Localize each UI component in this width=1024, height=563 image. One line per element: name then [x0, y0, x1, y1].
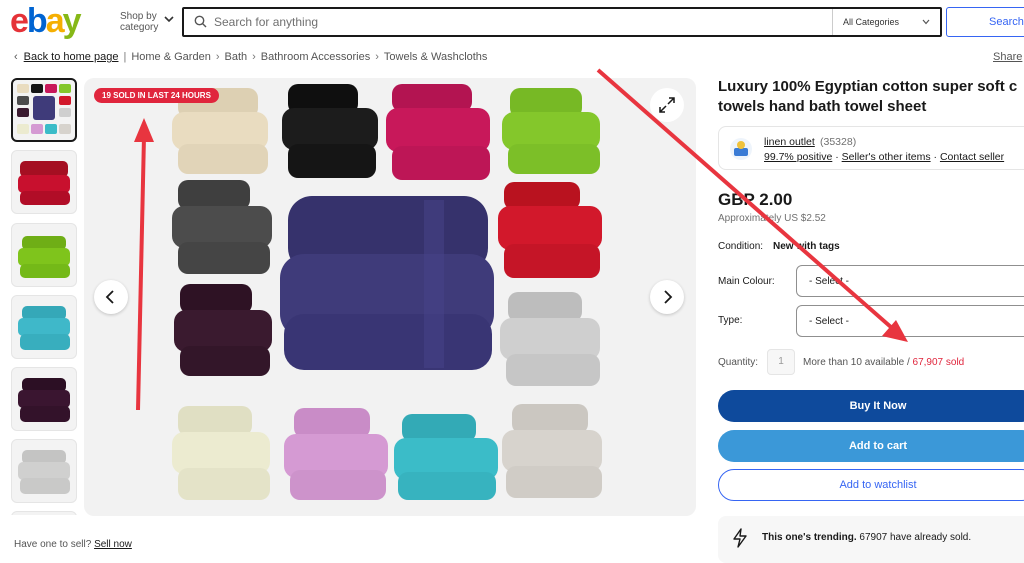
have-one-to-sell: Have one to sell? Sell now [14, 539, 132, 550]
search-button[interactable]: Search [946, 7, 1024, 37]
thumbnail-image [18, 378, 70, 422]
chevron-left-icon: ‹ [14, 51, 18, 63]
add-to-watchlist-button[interactable]: Add to watchlist [718, 469, 1024, 501]
add-to-cart-button[interactable]: Add to cart [718, 430, 1024, 462]
chevron-right-icon: › [215, 51, 220, 63]
seller-positive-link[interactable]: 99.7% positive [764, 151, 832, 163]
logo-letter: e [10, 2, 29, 40]
buy-it-now-button[interactable]: Buy It Now [718, 390, 1024, 422]
header: ebay Shop by category All Categories Sea… [0, 0, 1024, 44]
thumbnail-grey[interactable] [11, 439, 77, 503]
search-button-label: Search [989, 16, 1024, 28]
chevron-down-icon [922, 19, 930, 25]
thumbnail-image [18, 450, 70, 494]
towel-collage-image [172, 84, 602, 500]
available-count: More than 10 available [803, 357, 905, 368]
seller-card: linen outlet (35328) 99.7% positive · Se… [718, 126, 1024, 170]
previous-image-button[interactable] [94, 280, 128, 314]
seller-links: 99.7% positive · Seller's other items · … [764, 151, 1004, 163]
logo-letter: b [26, 2, 48, 40]
category-select[interactable]: All Categories [832, 9, 940, 35]
type-select[interactable]: - Select - [796, 305, 1024, 337]
share-link[interactable]: Share [993, 51, 1022, 63]
main-colour-select[interactable]: - Select - [796, 265, 1024, 297]
thumbnail-strip [11, 78, 79, 515]
main-product-image[interactable]: 19 SOLD IN LAST 24 HOURS [84, 78, 696, 516]
chevron-left-icon [105, 290, 114, 304]
listing-title: Luxury 100% Egyptian cotton super soft c… [718, 77, 1024, 117]
chevron-right-icon [664, 290, 673, 304]
trending-banner: This one's trending. 67907 have already … [718, 516, 1024, 563]
logo-letter: y [62, 2, 82, 40]
breadcrumb-item[interactable]: Towels & Washcloths [384, 51, 488, 63]
select-value: - Select - [809, 316, 850, 327]
thumbnail-image [18, 236, 70, 278]
thumbnail-green[interactable] [11, 223, 77, 287]
sell-now-link[interactable]: Sell now [94, 539, 132, 550]
thumbnail-turquoise[interactable] [11, 295, 77, 359]
separator: · [832, 151, 842, 163]
have-one-label: Have one to sell? [14, 539, 92, 550]
title-line: towels hand bath towel sheet [718, 98, 927, 115]
thumbnail-red[interactable] [11, 150, 77, 214]
condition-label: Condition: [718, 241, 764, 252]
thumbnail-image [18, 161, 70, 205]
sold-count: 67,907 sold [912, 357, 965, 368]
thumbnail-more[interactable] [11, 511, 77, 515]
thumbnail-image [18, 306, 70, 350]
separator: / [904, 357, 913, 368]
expand-icon [659, 97, 675, 113]
seller-avatar[interactable] [729, 137, 753, 161]
fullscreen-button[interactable] [650, 88, 684, 122]
seller-other-items-link[interactable]: Seller's other items [842, 151, 931, 163]
shop-by-label: Shop by [120, 11, 157, 22]
back-to-home-link[interactable]: Back to home page [24, 51, 119, 63]
contact-seller-link[interactable]: Contact seller [940, 151, 1004, 163]
next-image-button[interactable] [650, 280, 684, 314]
search-icon [194, 15, 207, 28]
quantity-input[interactable]: 1 [767, 349, 795, 375]
logo-letter: a [45, 2, 65, 40]
chevron-right-icon: › [375, 51, 379, 63]
price: GBP 2.00 [718, 190, 793, 209]
trending-bold: This one's trending. [762, 532, 857, 543]
seller-name-link[interactable]: linen outlet [764, 136, 815, 148]
thumbnail-image [17, 84, 71, 134]
select-value: - Select - [809, 276, 850, 287]
type-label: Type: [718, 315, 743, 326]
category-select-label: All Categories [843, 17, 900, 27]
approx-price: Approximately US $2.52 [718, 213, 826, 224]
seller-feedback-count: (35328) [820, 136, 857, 148]
main-colour-label: Main Colour: [718, 276, 775, 287]
condition-value: New with tags [773, 241, 840, 252]
thumbnail-plum[interactable] [11, 367, 77, 431]
breadcrumb-item[interactable]: Home & Garden [131, 51, 210, 63]
search-input[interactable] [214, 12, 814, 32]
chevron-down-icon[interactable] [164, 15, 174, 23]
shop-by-category-button[interactable]: Shop by category [120, 11, 158, 33]
breadcrumb-item[interactable]: Bath [224, 51, 247, 63]
title-line: Luxury 100% Egyptian cotton super soft c [718, 78, 1018, 95]
search-bar: All Categories [182, 7, 942, 37]
separator: · [930, 151, 940, 163]
quantity-label: Quantity: [718, 357, 759, 368]
breadcrumb-item[interactable]: Bathroom Accessories [261, 51, 370, 63]
trending-text: This one's trending. 67907 have already … [762, 532, 971, 543]
breadcrumb: ‹ Back to home page | Home & Garden › Bath › Ba… [14, 51, 487, 63]
breadcrumb-separator: | [123, 51, 127, 63]
availability-text: More than 10 available / 67,907 sold [803, 357, 964, 368]
sold-last-24h-badge: 19 SOLD IN LAST 24 HOURS [94, 88, 219, 103]
shop-by-label: category [120, 22, 159, 33]
trending-rest: 67907 have already sold. [856, 532, 972, 543]
chevron-right-icon: › [252, 51, 256, 63]
thumbnail-collage[interactable] [11, 78, 77, 142]
lightning-icon [733, 528, 747, 548]
ebay-logo[interactable]: ebay [10, 2, 82, 40]
